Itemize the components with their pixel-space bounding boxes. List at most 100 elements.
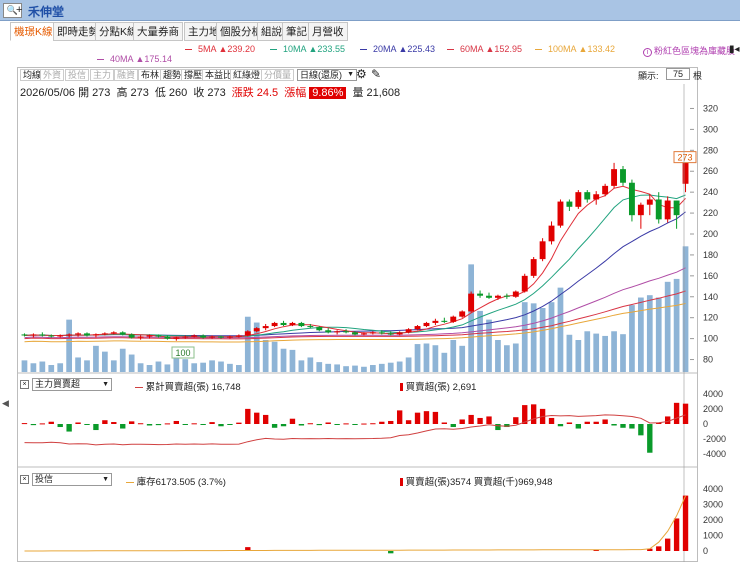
candle-down xyxy=(584,192,591,200)
kline-chart[interactable]: 320 300 280 260 240 220 200 180 160 140 120 100 80 27… xyxy=(0,0,740,563)
candle-up xyxy=(137,336,144,338)
volume-bar xyxy=(298,360,305,372)
panel2-bar xyxy=(620,424,626,428)
candle-down xyxy=(298,322,305,327)
panel2-bar xyxy=(128,421,135,424)
panel2-bar xyxy=(227,424,233,425)
volume-bar xyxy=(611,331,617,372)
panel3-bar xyxy=(673,518,680,551)
volume-bar xyxy=(477,310,483,372)
panel2-bar xyxy=(664,416,671,424)
price-tick-label: 260 xyxy=(703,166,718,176)
candle-down xyxy=(325,330,332,333)
panel2-bar xyxy=(316,424,322,426)
panel2-bar xyxy=(647,424,653,453)
candle-down xyxy=(84,333,90,336)
panel2-bar xyxy=(682,403,689,424)
candle-up xyxy=(593,194,600,200)
panel2-bar xyxy=(280,424,287,427)
panel2-bar xyxy=(75,422,81,424)
volume-bar xyxy=(459,345,466,372)
volume-bar xyxy=(423,343,430,372)
panel2-bar xyxy=(548,417,555,424)
candle-down xyxy=(486,295,492,298)
low-marker-label: 100 xyxy=(175,348,190,358)
candle-up xyxy=(66,334,73,336)
volume-bar xyxy=(432,345,439,372)
candle-up xyxy=(530,259,537,276)
panel2-bar xyxy=(102,420,108,424)
panel2-bar xyxy=(173,420,180,424)
panel3-tick-label: 2000 xyxy=(703,515,723,525)
candle-up xyxy=(369,332,376,334)
panel2-bar xyxy=(191,423,197,425)
volume-bar xyxy=(102,351,108,372)
panel2-bar xyxy=(566,422,573,424)
volume-bar xyxy=(486,319,492,372)
volume-bar xyxy=(557,287,564,372)
candle-up xyxy=(226,336,233,338)
panel2-tick-label: 2000 xyxy=(703,404,723,414)
volume-bar xyxy=(548,302,555,372)
panel2-bar xyxy=(513,417,519,424)
candle-up xyxy=(334,331,341,333)
panel2-bar xyxy=(334,424,340,425)
panel2-bar xyxy=(57,424,63,428)
candle-up xyxy=(173,337,180,339)
panel2-bar xyxy=(146,424,153,426)
panel2-bar xyxy=(209,422,215,424)
volume-bar xyxy=(343,366,349,372)
candle-up xyxy=(92,334,99,336)
panel2-bar xyxy=(137,423,144,425)
volume-bar xyxy=(39,361,46,372)
volume-bar xyxy=(262,340,269,372)
volume-bar xyxy=(316,362,323,372)
volume-bar xyxy=(504,345,510,372)
panel3-tick-label: 1000 xyxy=(703,531,723,541)
panel2-bar xyxy=(352,424,358,425)
volume-bar xyxy=(646,295,653,372)
volume-bar xyxy=(137,363,144,372)
candle-down xyxy=(566,201,573,207)
volume-bar xyxy=(512,343,519,372)
volume-bar xyxy=(378,363,385,372)
candle-up xyxy=(557,201,564,226)
price-tick-label: 280 xyxy=(703,145,718,155)
volume-bar xyxy=(593,333,600,372)
panel2-bar xyxy=(432,411,439,424)
price-tick-label: 160 xyxy=(703,271,718,281)
volume-bar xyxy=(209,360,215,372)
panel2-bar xyxy=(495,424,501,431)
panel2-tick-label: -4000 xyxy=(703,449,726,459)
candle-down xyxy=(48,335,55,337)
panel2-bar xyxy=(289,418,296,424)
volume-bar xyxy=(325,363,332,372)
volume-bar xyxy=(218,361,224,372)
panel2-bar xyxy=(66,424,72,432)
candle-up xyxy=(405,329,412,333)
volume-bar xyxy=(155,361,162,372)
candle-down xyxy=(119,332,126,335)
volume-bar xyxy=(396,361,403,372)
candle-down xyxy=(655,199,662,220)
volume-bar xyxy=(182,359,189,372)
candle-up xyxy=(468,293,475,312)
candle-up xyxy=(521,275,528,292)
volume-bar xyxy=(119,348,126,372)
candle-down xyxy=(378,332,385,334)
panel2-bar xyxy=(575,424,582,429)
volume-bar xyxy=(334,364,340,372)
volume-bar xyxy=(566,334,573,372)
panel3-inventory-line xyxy=(24,495,686,552)
panel2-bar xyxy=(361,423,367,425)
volume-bar xyxy=(539,308,546,372)
panel2-bar xyxy=(388,420,394,424)
candle-down xyxy=(39,334,46,336)
price-tick-label: 300 xyxy=(703,124,718,134)
candle-up xyxy=(191,335,198,337)
panel2-bar xyxy=(120,424,126,429)
candle-down xyxy=(200,335,207,338)
candle-up xyxy=(432,320,439,323)
volume-bar xyxy=(638,297,644,372)
volume-bar xyxy=(75,357,81,372)
